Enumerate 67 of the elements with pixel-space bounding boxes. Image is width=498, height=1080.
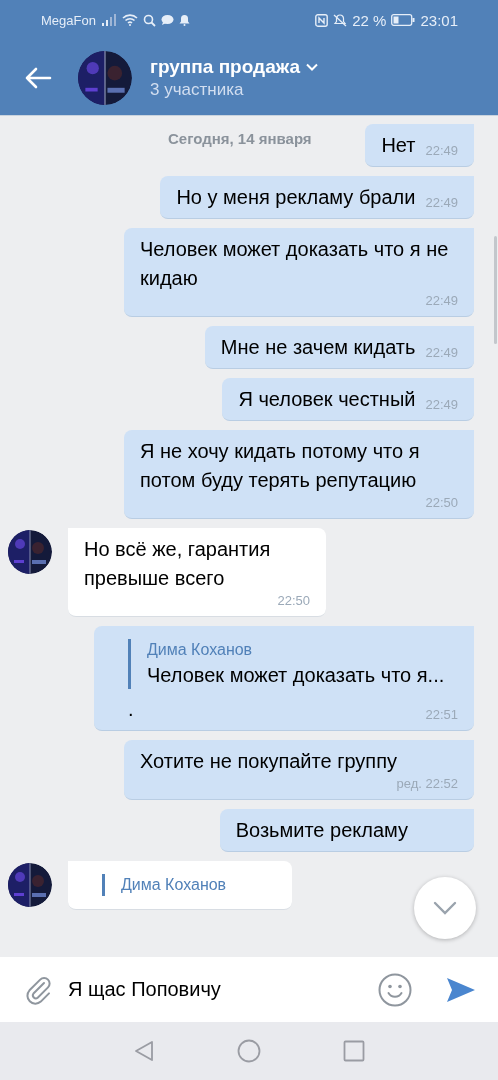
message-time: 22:49 bbox=[425, 345, 458, 361]
paperclip-icon bbox=[24, 974, 54, 1005]
chat-bubble-icon bbox=[160, 14, 174, 26]
nfc-icon bbox=[315, 13, 329, 27]
message-text: Но у меня рекламу брали bbox=[176, 185, 416, 210]
battery-percent: 22 % bbox=[352, 11, 387, 29]
chevron-down-icon bbox=[433, 901, 457, 915]
triangle-icon bbox=[133, 1040, 155, 1062]
message-text: Мне не зачем кидать bbox=[220, 335, 416, 360]
signal-icon bbox=[100, 14, 117, 26]
message-time: 22:51 bbox=[425, 707, 458, 723]
circle-icon bbox=[237, 1039, 261, 1063]
outgoing-message-bubble[interactable]: Человек может доказать что я не кидаю 22:49 bbox=[124, 228, 474, 317]
quote-author: Дима Коханов bbox=[147, 640, 254, 660]
message-time: 22:50 bbox=[277, 593, 310, 609]
outgoing-message-bubble[interactable]: Возьмите рекламу bbox=[219, 809, 474, 852]
message-text: Я не хочу кидать потому что я потом буду терять репутацию bbox=[140, 439, 421, 493]
scroll-down-button[interactable] bbox=[414, 877, 476, 939]
message-time: 22:49 bbox=[425, 293, 458, 309]
attach-button[interactable] bbox=[24, 974, 54, 1005]
message-text: . bbox=[128, 697, 134, 722]
search-icon bbox=[142, 13, 156, 27]
quoted-message[interactable]: Дима Коханов Человек может доказать что я... bbox=[128, 639, 458, 689]
outgoing-message-bubble[interactable]: Нет 22:49 bbox=[365, 124, 474, 167]
outgoing-message-bubble[interactable]: Но у меня рекламу брали 22:49 bbox=[160, 176, 474, 219]
send-icon bbox=[446, 976, 476, 1003]
message-text: Человек может доказать что я не кидаю bbox=[140, 237, 450, 291]
message-text: Нет bbox=[381, 133, 416, 158]
back-nav-button[interactable] bbox=[133, 1040, 155, 1062]
home-nav-button[interactable] bbox=[237, 1039, 261, 1063]
message-time: 22:50 bbox=[425, 495, 458, 511]
quote-text: Человек может доказать что я... bbox=[147, 663, 446, 688]
outgoing-message-bubble[interactable]: Мне не зачем кидать 22:49 bbox=[204, 326, 474, 369]
recents-nav-button[interactable] bbox=[343, 1040, 365, 1062]
smiley-icon bbox=[378, 972, 412, 1007]
outgoing-message-bubble[interactable]: Дима Коханов Человек может доказать что я... . 22:51 bbox=[94, 626, 474, 731]
message-text: Возьмите рекламу bbox=[235, 818, 408, 843]
bell-icon bbox=[178, 14, 190, 26]
quote-author: Дима Коханов bbox=[121, 875, 228, 895]
message-text: Я человек честный bbox=[238, 387, 416, 412]
outgoing-message-bubble[interactable]: Я человек честный 22:49 bbox=[222, 378, 474, 421]
message-text: Но всё же, гарантия превыше всего bbox=[84, 537, 272, 591]
outgoing-message-bubble[interactable]: Хотите не покупайте группу ред. 22:52 bbox=[124, 740, 474, 800]
date-divider: Сегодня, 14 января bbox=[168, 130, 312, 147]
wifi-icon bbox=[121, 14, 138, 26]
send-button[interactable] bbox=[446, 976, 476, 1003]
back-arrow-icon bbox=[24, 66, 52, 89]
outgoing-message-bubble[interactable]: Я не хочу кидать потому что я потом буду терять репутацию 22:50 bbox=[124, 430, 474, 519]
back-button[interactable] bbox=[24, 66, 52, 89]
quoted-message[interactable]: Дима Коханов bbox=[102, 874, 277, 896]
member-count: 3 участника bbox=[150, 79, 245, 100]
message-text: Хотите не покупайте группу bbox=[140, 749, 398, 774]
emoji-button[interactable] bbox=[378, 972, 412, 1007]
battery-icon bbox=[391, 14, 416, 26]
incoming-message-bubble[interactable]: Но всё же, гарантия превыше всего 22:50 bbox=[68, 528, 326, 617]
scrollbar[interactable] bbox=[494, 236, 497, 344]
message-time: ред. 22:52 bbox=[396, 776, 458, 792]
message-time: 22:49 bbox=[425, 143, 458, 159]
incoming-message-bubble[interactable]: Дима Коханов bbox=[68, 861, 293, 910]
clock-time: 23:01 bbox=[420, 11, 458, 29]
muted-bell-icon bbox=[333, 13, 348, 27]
message-time: 22:49 bbox=[425, 195, 458, 211]
message-time: 22:49 bbox=[425, 397, 458, 413]
square-icon bbox=[343, 1040, 365, 1062]
carrier-name: MegaFon bbox=[41, 12, 96, 28]
chevron-down-icon[interactable] bbox=[305, 62, 318, 71]
chat-title[interactable]: группа продажа bbox=[150, 55, 300, 78]
